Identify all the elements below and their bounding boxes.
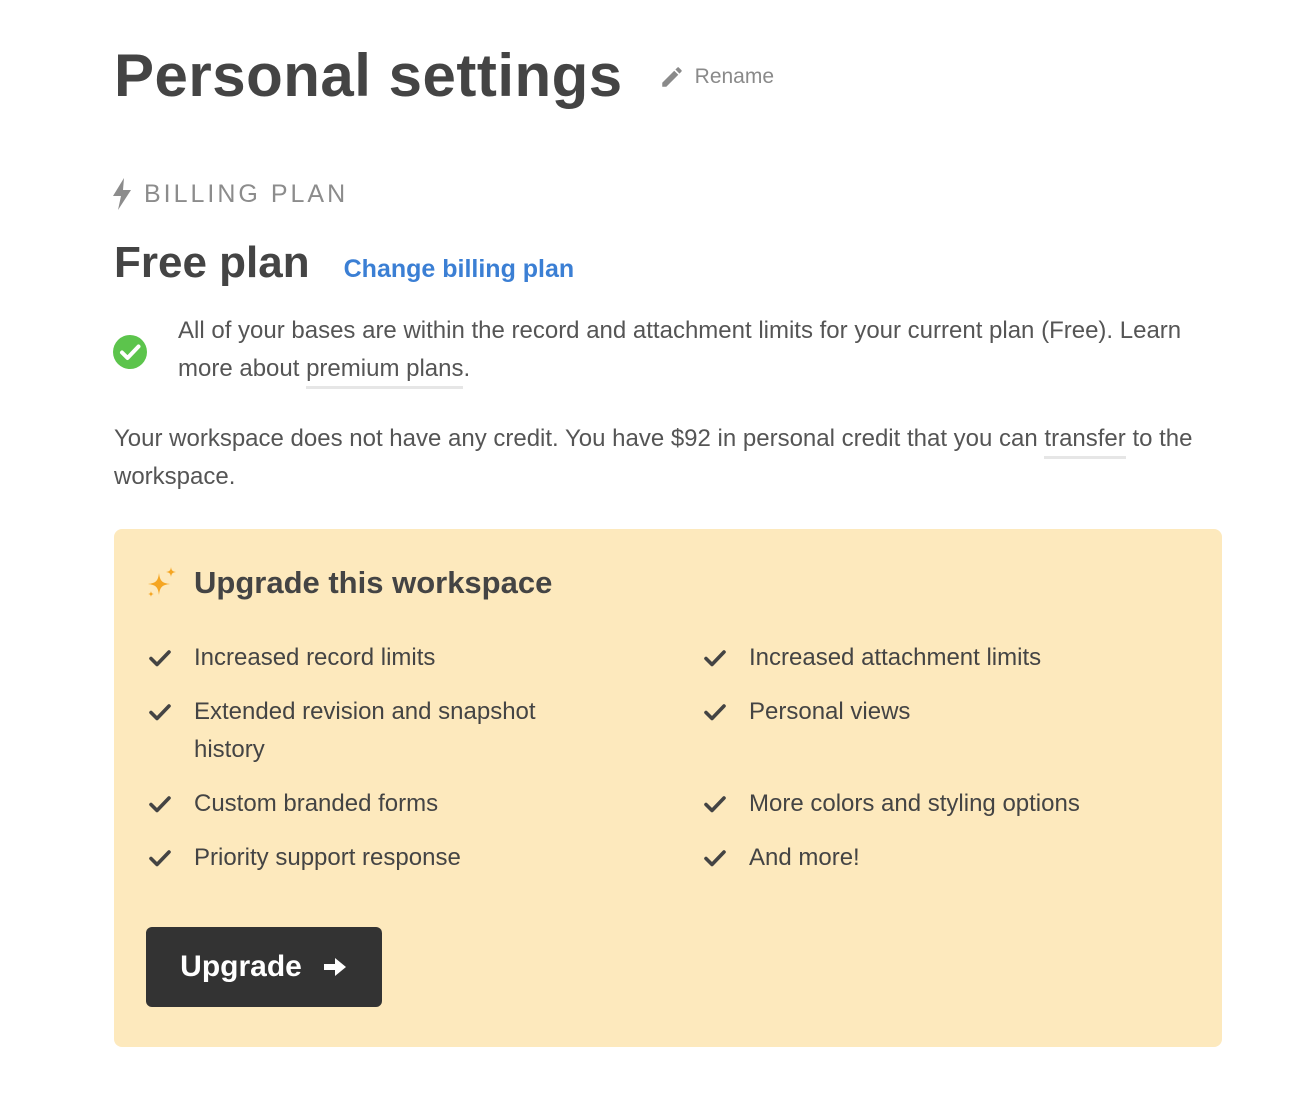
feature-label: Increased attachment limits bbox=[749, 644, 1042, 671]
feature-item: And more! bbox=[703, 839, 1143, 877]
rename-label: Rename bbox=[694, 65, 775, 88]
billing-section-label: BILLING PLAN bbox=[112, 178, 348, 210]
upgrade-title: Upgrade this workspace bbox=[194, 565, 553, 600]
change-billing-plan-link[interactable]: Change billing plan bbox=[344, 255, 575, 284]
check-circle-icon bbox=[113, 335, 147, 369]
upgrade-header: Upgrade this workspace bbox=[146, 565, 552, 601]
section-label-text: BILLING PLAN bbox=[144, 179, 349, 208]
feature-label: And more! bbox=[749, 844, 860, 871]
checkmark-icon bbox=[149, 850, 171, 867]
feature-label: Increased record limits bbox=[194, 644, 436, 671]
feature-item: Priority support response bbox=[148, 839, 588, 877]
status-text: All of your bases are within the record … bbox=[178, 312, 1212, 389]
upgrade-button-label: Upgrade bbox=[180, 950, 302, 983]
lightning-bolt-icon bbox=[113, 178, 131, 210]
feature-item: Increased attachment limits bbox=[703, 639, 1143, 677]
feature-item: Increased record limits bbox=[148, 639, 588, 677]
upgrade-card: Upgrade this workspace Increased record … bbox=[114, 529, 1222, 1047]
feature-item: More colors and styling options bbox=[703, 785, 1183, 823]
feature-label: Personal views bbox=[749, 698, 911, 725]
feature-item: Extended revision and snapshot history bbox=[148, 693, 568, 769]
pencil-icon bbox=[661, 67, 682, 87]
page-title: Personal settings bbox=[114, 42, 623, 109]
page-header: Personal settings Rename bbox=[114, 36, 774, 116]
credit-message-part1: Your workspace does not have any credit.… bbox=[114, 425, 1045, 452]
status-message-part2: . bbox=[463, 355, 471, 382]
checkmark-icon bbox=[149, 650, 171, 667]
feature-label: Extended revision and snapshot history bbox=[194, 698, 536, 763]
plan-status-message: All of your bases are within the record … bbox=[112, 312, 1212, 389]
feature-item: Custom branded forms bbox=[148, 785, 588, 823]
sparkle-icon bbox=[148, 567, 176, 597]
settings-page: Personal settings Rename BILLING PLAN Fr… bbox=[0, 0, 1310, 1110]
transfer-link[interactable]: transfer bbox=[1044, 425, 1126, 459]
checkmark-icon bbox=[704, 850, 726, 867]
feature-label: Custom branded forms bbox=[194, 790, 439, 817]
checkmark-icon bbox=[704, 704, 726, 721]
checkmark-icon bbox=[704, 796, 726, 813]
feature-item: Personal views bbox=[703, 693, 1143, 731]
checkmark-icon bbox=[149, 796, 171, 813]
checkmark-icon bbox=[149, 704, 171, 721]
rename-button[interactable]: Rename bbox=[659, 64, 774, 90]
checkmark-icon bbox=[704, 650, 726, 667]
credit-message: Your workspace does not have any credit.… bbox=[114, 420, 1224, 496]
upgrade-button[interactable]: Upgrade bbox=[146, 927, 382, 1007]
feature-label: More colors and styling options bbox=[749, 790, 1080, 817]
plan-row: Free plan Change billing plan bbox=[114, 238, 574, 288]
feature-label: Priority support response bbox=[194, 844, 461, 871]
premium-plans-link[interactable]: premium plans bbox=[306, 355, 464, 389]
arrow-right-icon bbox=[323, 958, 346, 976]
plan-name: Free plan bbox=[114, 238, 310, 287]
